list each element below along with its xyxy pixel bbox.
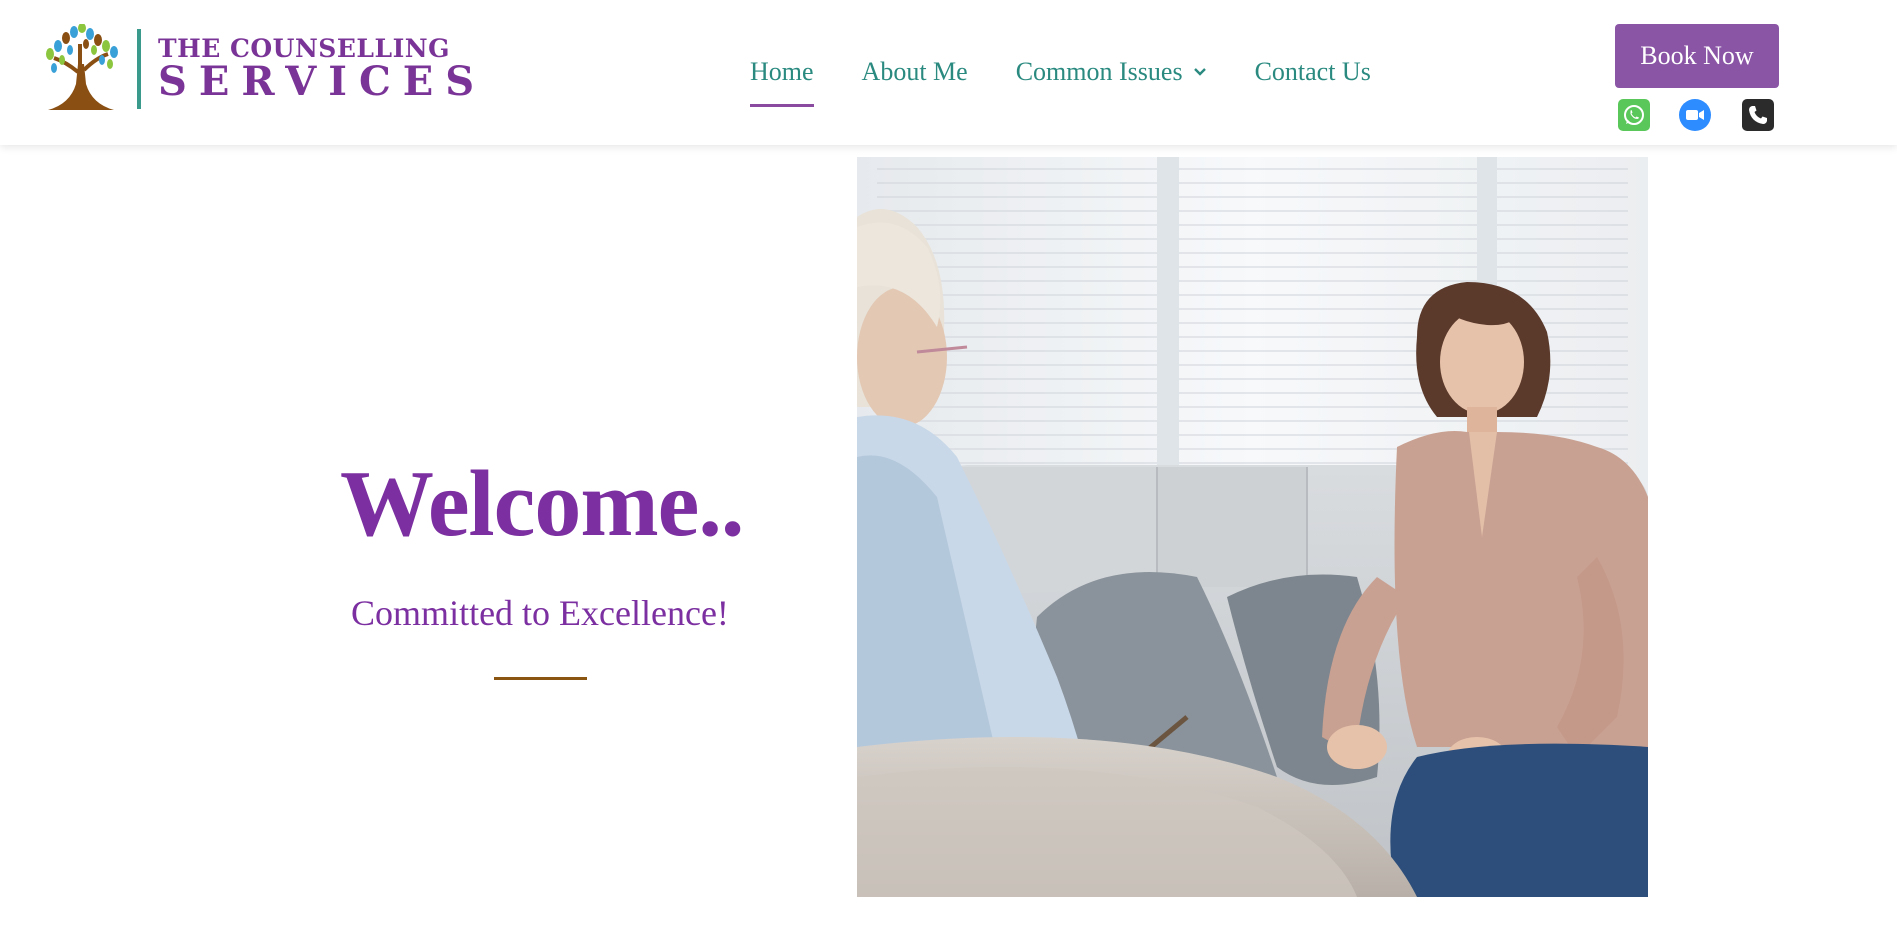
logo-text-line2: SERVICES bbox=[158, 58, 487, 105]
tree-logo-icon bbox=[46, 24, 118, 110]
nav-item-contact-us[interactable]: Contact Us bbox=[1255, 54, 1371, 90]
logo-divider bbox=[137, 29, 141, 109]
hero-heading: Welcome.. bbox=[340, 452, 744, 556]
nav-item-common-issues[interactable]: Common Issues bbox=[1016, 54, 1207, 90]
nav-item-label: Common Issues bbox=[1015, 57, 1183, 86]
zoom-video-icon[interactable] bbox=[1679, 99, 1711, 131]
nav-item-label: Home bbox=[750, 57, 814, 86]
site-header: THE COUNSELLING SERVICES Home About Me C… bbox=[0, 0, 1897, 145]
book-now-button[interactable]: Book Now bbox=[1615, 24, 1779, 88]
whatsapp-icon[interactable] bbox=[1618, 99, 1650, 131]
nav-item-label: About Me bbox=[861, 57, 968, 86]
nav-item-about-me[interactable]: About Me bbox=[862, 54, 968, 90]
phone-icon[interactable] bbox=[1742, 99, 1774, 131]
nav-item-home[interactable]: Home bbox=[750, 54, 814, 107]
counselling-session-photo bbox=[857, 157, 1648, 897]
site-logo[interactable]: THE COUNSELLING SERVICES bbox=[40, 24, 474, 114]
hero-divider bbox=[494, 677, 587, 680]
contact-icons bbox=[1618, 99, 1778, 131]
nav-item-label: Contact Us bbox=[1254, 57, 1371, 86]
main-nav: Home About Me Common Issues Contact Us bbox=[750, 54, 1419, 107]
book-now-label: Book Now bbox=[1640, 41, 1754, 70]
chevron-down-icon bbox=[1193, 68, 1206, 76]
hero-tagline: Committed to Excellence! bbox=[351, 593, 729, 633]
